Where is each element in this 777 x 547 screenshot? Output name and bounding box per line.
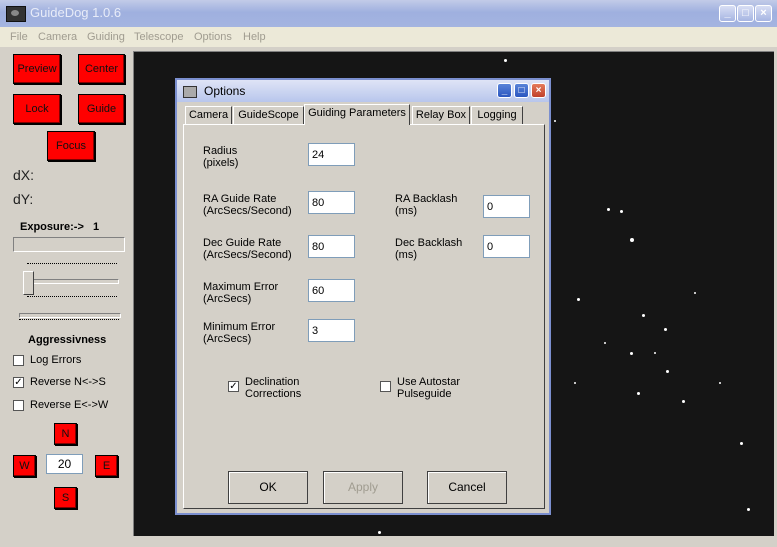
minimum-error-input[interactable] [308,319,355,342]
minimize-icon[interactable]: _ [719,5,736,22]
reverse-ew-checkbox[interactable] [13,400,24,411]
menu-camera[interactable]: Camera [38,27,77,47]
guide-button[interactable]: Guide [78,94,125,124]
close-icon[interactable]: × [755,5,772,22]
tab-guiding-parameters[interactable]: Guiding Parameters [304,104,410,125]
radius-label: Radius (pixels) [203,145,239,169]
menu-help[interactable]: Help [243,27,266,47]
menu-options[interactable]: Options [194,27,232,47]
lock-button[interactable]: Lock [13,94,61,124]
reverse-ns-label: Reverse N<->S [30,376,106,388]
exposure-slider[interactable] [13,263,125,297]
title-bar: GuideDog 1.0.6 _ □ × [0,0,777,27]
dx-label: dX: [13,167,35,183]
tab-relay-box[interactable]: Relay Box [412,106,470,124]
dialog-close-icon[interactable]: × [531,83,546,98]
options-dialog: Options _ □ × Camera GuideScope Guiding … [175,78,551,515]
tab-logging[interactable]: Logging [471,106,523,124]
guiding-parameters-panel [183,124,545,509]
maximum-error-input[interactable] [308,279,355,302]
dec-guide-rate-label: Dec Guide Rate (ArcSecs/Second) [203,237,292,261]
log-errors-label: Log Errors [30,354,82,366]
exposure-progress [13,237,125,252]
log-errors-checkbox[interactable] [13,355,24,366]
tab-guidescope[interactable]: GuideScope [233,106,304,124]
maximum-error-label: Maximum Error (ArcSecs) [203,281,279,305]
menu-telescope[interactable]: Telescope [134,27,184,47]
ra-backlash-input[interactable] [483,195,530,218]
menu-bar: File Camera Guiding Telescope Options He… [0,27,777,47]
center-button[interactable]: Center [78,54,125,84]
nudge-east-button[interactable]: E [95,455,118,477]
cancel-button[interactable]: Cancel [427,471,507,504]
ra-guide-rate-label: RA Guide Rate (ArcSecs/Second) [203,193,292,217]
dec-backlash-label: Dec Backlash (ms) [395,237,463,261]
dec-guide-rate-input[interactable] [308,235,355,258]
preview-button[interactable]: Preview [13,54,61,84]
dec-backlash-input[interactable] [483,235,530,258]
exposure-value: 1 [93,221,100,233]
dialog-icon [183,86,197,98]
reverse-ns-checkbox[interactable]: ✓ [13,377,24,388]
radius-input[interactable] [308,143,355,166]
declination-corrections-label: Declination Corrections [245,376,302,400]
nudge-amount-input[interactable] [46,454,83,474]
exposure-label: Exposure:-> [20,221,84,233]
ra-backlash-label: RA Backlash (ms) [395,193,458,217]
nudge-north-button[interactable]: N [54,423,77,445]
dialog-title: Options [204,84,246,98]
dialog-title-bar: Options _ □ × [177,80,549,102]
declination-corrections-checkbox[interactable]: ✓ [228,381,239,392]
maximize-icon[interactable]: □ [737,5,754,22]
menu-guiding[interactable]: Guiding [87,27,125,47]
exposure-slider-thumb[interactable] [23,271,34,295]
window-title: GuideDog 1.0.6 [30,5,122,20]
reverse-ew-label: Reverse E<->W [30,399,109,411]
ok-button[interactable]: OK [228,471,308,504]
dialog-maximize-icon[interactable]: □ [514,83,529,98]
apply-button[interactable]: Apply [323,471,403,504]
use-autostar-checkbox[interactable] [380,381,391,392]
minimum-error-label: Minimum Error (ArcSecs) [203,321,276,345]
ra-guide-rate-input[interactable] [308,191,355,214]
menu-file[interactable]: File [10,27,28,47]
nudge-south-button[interactable]: S [54,487,77,509]
dy-label: dY: [13,191,34,207]
tab-camera[interactable]: Camera [185,106,232,124]
focus-button[interactable]: Focus [47,131,95,161]
use-autostar-label: Use Autostar Pulseguide [397,376,460,400]
aggressiveness-label: Aggressivness [28,334,107,346]
aggressiveness-slider[interactable] [13,309,125,329]
app-icon [6,6,26,22]
dialog-minimize-icon[interactable]: _ [497,83,512,98]
nudge-west-button[interactable]: W [13,455,36,477]
